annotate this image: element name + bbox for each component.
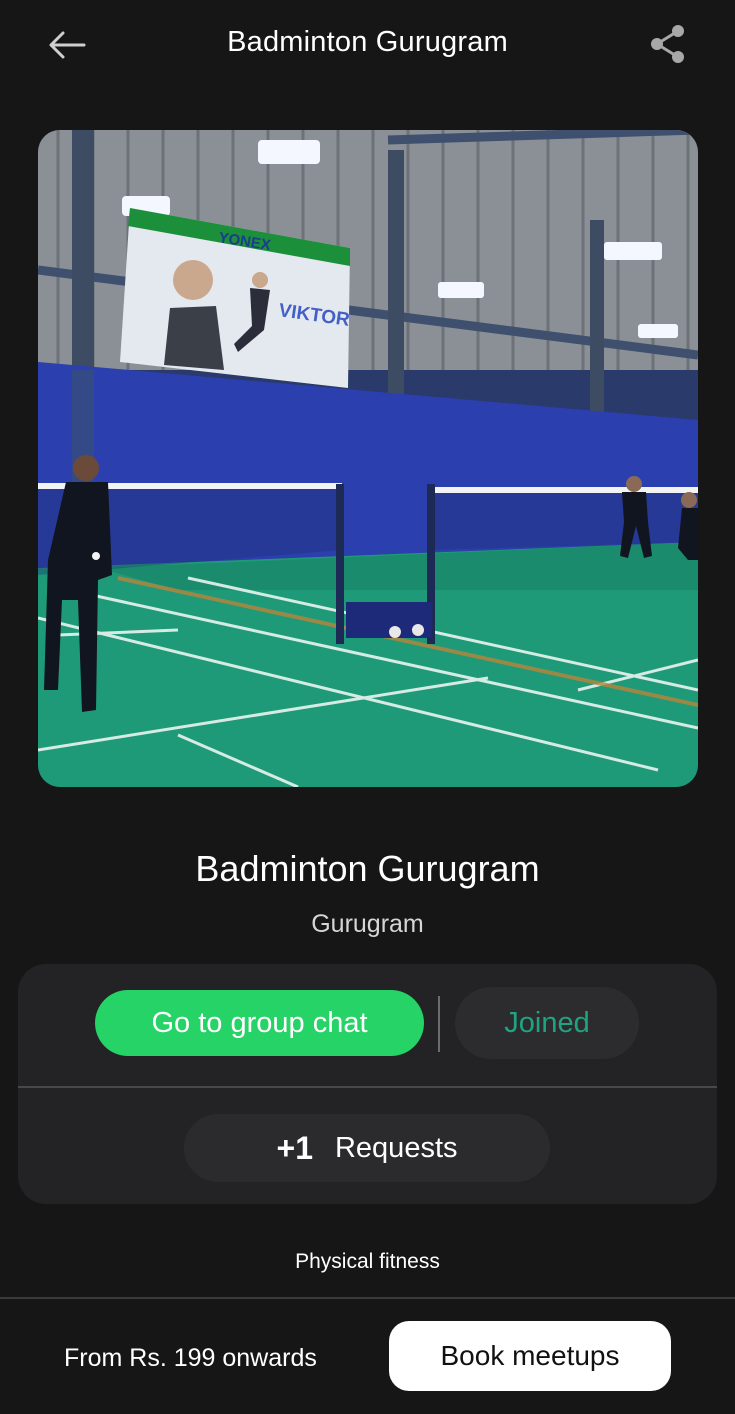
requests-count: +1 [276, 1129, 313, 1166]
divider [438, 996, 440, 1052]
top-app-bar: Badminton Gurugram [0, 0, 735, 92]
group-actions-card: Go to group chat Joined +1 Requests [18, 964, 717, 1204]
price-text: From Rs. 199 onwards [64, 1344, 317, 1372]
share-icon [651, 25, 684, 63]
requests-button[interactable]: +1 Requests [184, 1114, 550, 1182]
booking-footer: From Rs. 199 onwards Book meetups [0, 1297, 735, 1414]
arrow-left-icon [49, 31, 86, 59]
requests-label: Requests [334, 1131, 458, 1164]
group-city: Gurugram [311, 910, 424, 938]
group-category: Physical fitness [295, 1250, 440, 1273]
share-button[interactable] [646, 22, 690, 66]
book-meetups-button[interactable]: Book meetups [389, 1321, 671, 1391]
joined-button[interactable]: Joined [455, 987, 639, 1059]
group-cover-photo: YONEX VIKTOR [38, 130, 698, 787]
group-chat-button[interactable]: Go to group chat [95, 990, 424, 1056]
page-title: Badminton Gurugram [227, 26, 508, 58]
back-button[interactable] [44, 24, 90, 66]
group-name: Badminton Gurugram [195, 848, 540, 889]
divider [18, 1086, 717, 1088]
